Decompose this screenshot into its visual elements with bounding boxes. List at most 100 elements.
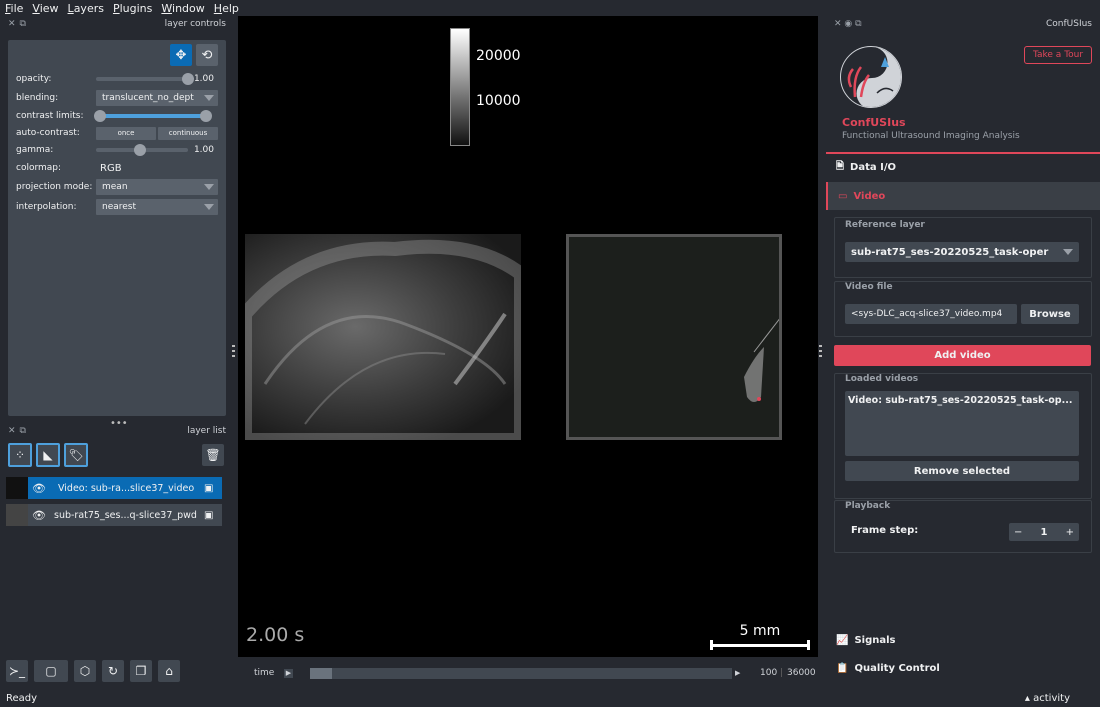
add-video-button[interactable]: Add video [834,345,1091,366]
video-file-input[interactable]: <sys-DLC_acq-slice37_video.mp4 [845,304,1017,324]
confusius-logo [840,46,902,108]
new-labels-button[interactable]: 🏷 [64,443,88,467]
menu-file[interactable]: File [5,2,23,15]
nav-data-io-label: Data I/O [850,161,896,173]
close-dock-icon[interactable]: ✕ [834,19,842,29]
menu-window[interactable]: Window [161,2,204,15]
play-icon[interactable]: ▶ [284,668,293,678]
projection-select[interactable]: mean [96,179,218,195]
interpolation-select[interactable]: nearest [96,199,218,215]
colormap-row: colormap: RGB [16,159,222,177]
console-button[interactable]: ≻_ [6,660,28,682]
status-text: Ready [6,692,38,704]
colorbar-tick: 20000 [476,48,521,64]
grid-button[interactable]: ❐ [130,660,152,682]
roll-button[interactable]: ⬡ [74,660,96,682]
frame-step-label: Frame step: [851,525,919,536]
activity-label: activity [1033,692,1070,704]
ndisplay-button[interactable]: ▢ [34,660,68,682]
viewer-canvas[interactable]: 20000 10000 2.00 s 5 mm [238,16,818,657]
rotate-icon: ↻ [107,664,119,678]
loaded-videos-list[interactable]: Video: sub-rat75_ses-20220525_task-op... [845,391,1079,456]
opacity-slider[interactable] [96,73,194,85]
remove-selected-button[interactable]: Remove selected [845,461,1079,481]
label-tag-icon: 🏷 [68,448,84,462]
time-total: 36000 [787,668,816,678]
new-shapes-button[interactable]: ◣ [36,443,60,467]
layer-thumbnail [6,477,28,499]
new-points-button[interactable]: ⁘ [8,443,32,467]
transpose-button[interactable]: ↻ [102,660,124,682]
time-overlay: 2.00 s [246,624,305,646]
layer-item-pwd[interactable]: 👁 sub-rat75_ses...q-slice37_pwd ▣ [6,504,222,526]
pan-zoom-button[interactable]: ✥ [170,44,192,66]
transform-button[interactable]: ⟲ [196,44,218,66]
interpolation-row: interpolation: nearest [16,198,222,216]
opacity-slider-handle[interactable] [182,73,194,85]
layer-thumbnail [6,504,28,526]
gamma-slider-handle[interactable] [134,144,146,156]
close-dock-icon[interactable]: ✕ [8,19,16,29]
layer-name: sub-rat75_ses...q-slice37_pwd [54,509,197,521]
contrast-label: contrast limits: [16,111,84,121]
float-dock-icon[interactable]: ⧉ [855,19,861,29]
gamma-label: gamma: [16,145,54,155]
gamma-slider[interactable] [96,144,188,156]
browse-button[interactable]: Browse [1021,304,1079,324]
colormap-value: RGB [100,162,122,174]
eye-icon[interactable]: ◉ [844,19,852,29]
nav-video[interactable]: ▭ Video [826,182,1100,210]
left-splitter[interactable] [232,345,235,357]
contrast-slider[interactable] [94,110,212,122]
chart-icon: 📈 [836,634,849,646]
move-icon: ✥ [175,47,187,63]
contrast-min-handle[interactable] [94,110,106,122]
eye-icon[interactable]: 👁 [28,477,50,499]
list-item[interactable]: Video: sub-rat75_ses-20220525_task-op... [845,391,1079,410]
eye-icon[interactable]: 👁 [28,504,50,526]
take-tour-button[interactable]: Take a Tour [1024,46,1093,64]
scale-bar [710,640,810,650]
nav-signals-label: Signals [854,634,896,646]
contrast-max-handle[interactable] [200,110,212,122]
reference-layer-section: Reference layer sub-rat75_ses-20220525_t… [834,217,1092,278]
reference-layer-select[interactable]: sub-rat75_ses-20220525_task-oper [845,242,1079,262]
float-dock-icon[interactable]: ⧉ [20,426,26,436]
video-camera-icon: ▭ [838,190,848,202]
transform-icon: ⟲ [201,47,213,63]
float-dock-icon[interactable]: ⧉ [20,19,26,29]
cube-icon: ⬡ [79,664,91,678]
scale-bar-label: 5 mm [739,623,781,639]
playback-section: Playback Frame step: − 1 + [834,500,1092,553]
video-file-section: Video file <sys-DLC_acq-slice37_video.mp… [834,281,1092,337]
blending-select[interactable]: translucent_no_dept [96,90,218,106]
time-slider[interactable] [310,668,732,679]
nav-data-io[interactable]: 🗎 Data I/O [826,154,1100,180]
menu-help[interactable]: Help [214,2,239,15]
app-name: ConfUSIus [842,116,906,129]
layer-controls-header: ✕ ⧉ layer controls [8,16,226,32]
layer-controls-panel: ✥ ⟲ opacity: 1.00 blending: translucent_… [8,40,226,416]
nav-quality-control[interactable]: 📋 Quality Control [826,655,1100,681]
menu-view[interactable]: View [32,2,58,15]
home-button[interactable]: ⌂ [158,660,180,682]
layer-item-video[interactable]: 👁 Video: sub-ra...slice37_video ▣ [6,477,222,499]
auto-contrast-once-button[interactable]: once [96,126,156,140]
auto-contrast-continuous-button[interactable]: continuous [158,126,218,140]
frame-step-stepper[interactable]: − 1 + [1009,523,1079,541]
reference-layer-value: sub-rat75_ses-20220525_task-oper [851,246,1049,258]
menu-plugins[interactable]: Plugins [113,2,152,15]
time-slider-handle[interactable] [310,668,332,679]
right-splitter[interactable] [819,345,822,357]
menu-layers[interactable]: Layers [68,2,104,15]
delete-layer-button[interactable]: 🗑 [202,444,224,466]
time-label: time [254,668,275,678]
nav-signals[interactable]: 📈 Signals [826,627,1100,653]
close-dock-icon[interactable]: ✕ [8,426,16,436]
decrement-icon[interactable]: − [1014,527,1022,538]
increment-icon[interactable]: + [1066,527,1074,538]
plugin-dock-header: ✕ ◉ ⧉ ConfUSIus [834,16,1092,32]
activity-button[interactable]: ▴ activity [1025,693,1070,704]
interpolation-label: interpolation: [16,202,77,212]
step-forward-icon[interactable]: ▶ [735,669,740,677]
